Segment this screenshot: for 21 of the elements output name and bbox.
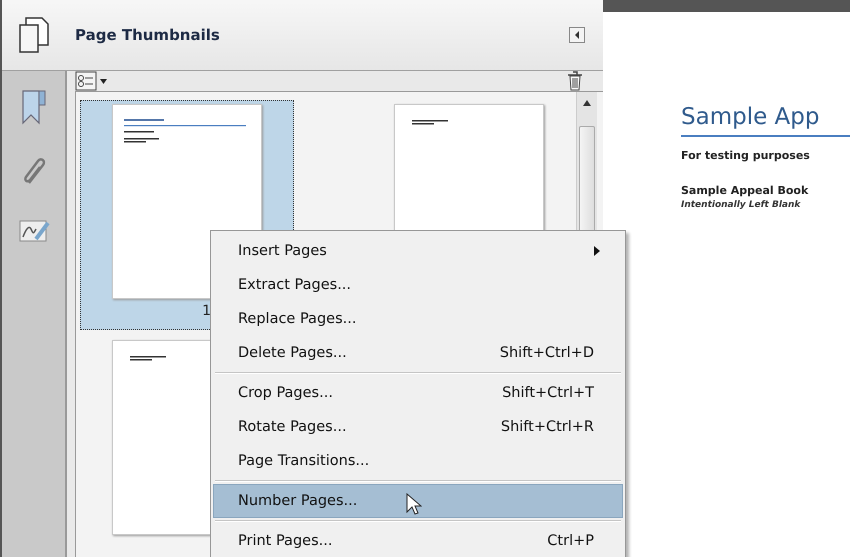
caret-icon xyxy=(574,31,580,39)
pages-icon xyxy=(16,17,50,53)
scroll-up-icon[interactable] xyxy=(583,100,591,106)
menu-item[interactable]: Delete Pages... Shift+Ctrl+D xyxy=(213,336,623,370)
bookmark-icon[interactable] xyxy=(20,89,46,125)
menu-item[interactable]: Number Pages... xyxy=(213,484,623,518)
thumbnail-options-button[interactable] xyxy=(75,71,107,91)
page-number: 1 xyxy=(202,303,211,319)
panel-title: Page Thumbnails xyxy=(75,26,221,44)
document-subtitle: For testing purposes xyxy=(681,149,811,162)
document-heading: Sample Appeal Book xyxy=(681,184,810,197)
menu-item[interactable]: Page Transitions... xyxy=(213,444,623,478)
mouse-cursor-icon xyxy=(406,493,422,517)
menu-item[interactable]: Crop Pages... Shift+Ctrl+T xyxy=(213,376,623,410)
menu-item[interactable]: Print Pages... Ctrl+P xyxy=(213,524,623,557)
caret-icon xyxy=(100,78,107,84)
trash-icon[interactable] xyxy=(567,71,583,91)
document-title: Sample App xyxy=(681,104,850,137)
collapse-button[interactable] xyxy=(569,27,585,43)
document-note: Intentionally Left Blank xyxy=(681,200,802,210)
menu-item[interactable]: Rotate Pages... Shift+Ctrl+R xyxy=(213,410,623,444)
